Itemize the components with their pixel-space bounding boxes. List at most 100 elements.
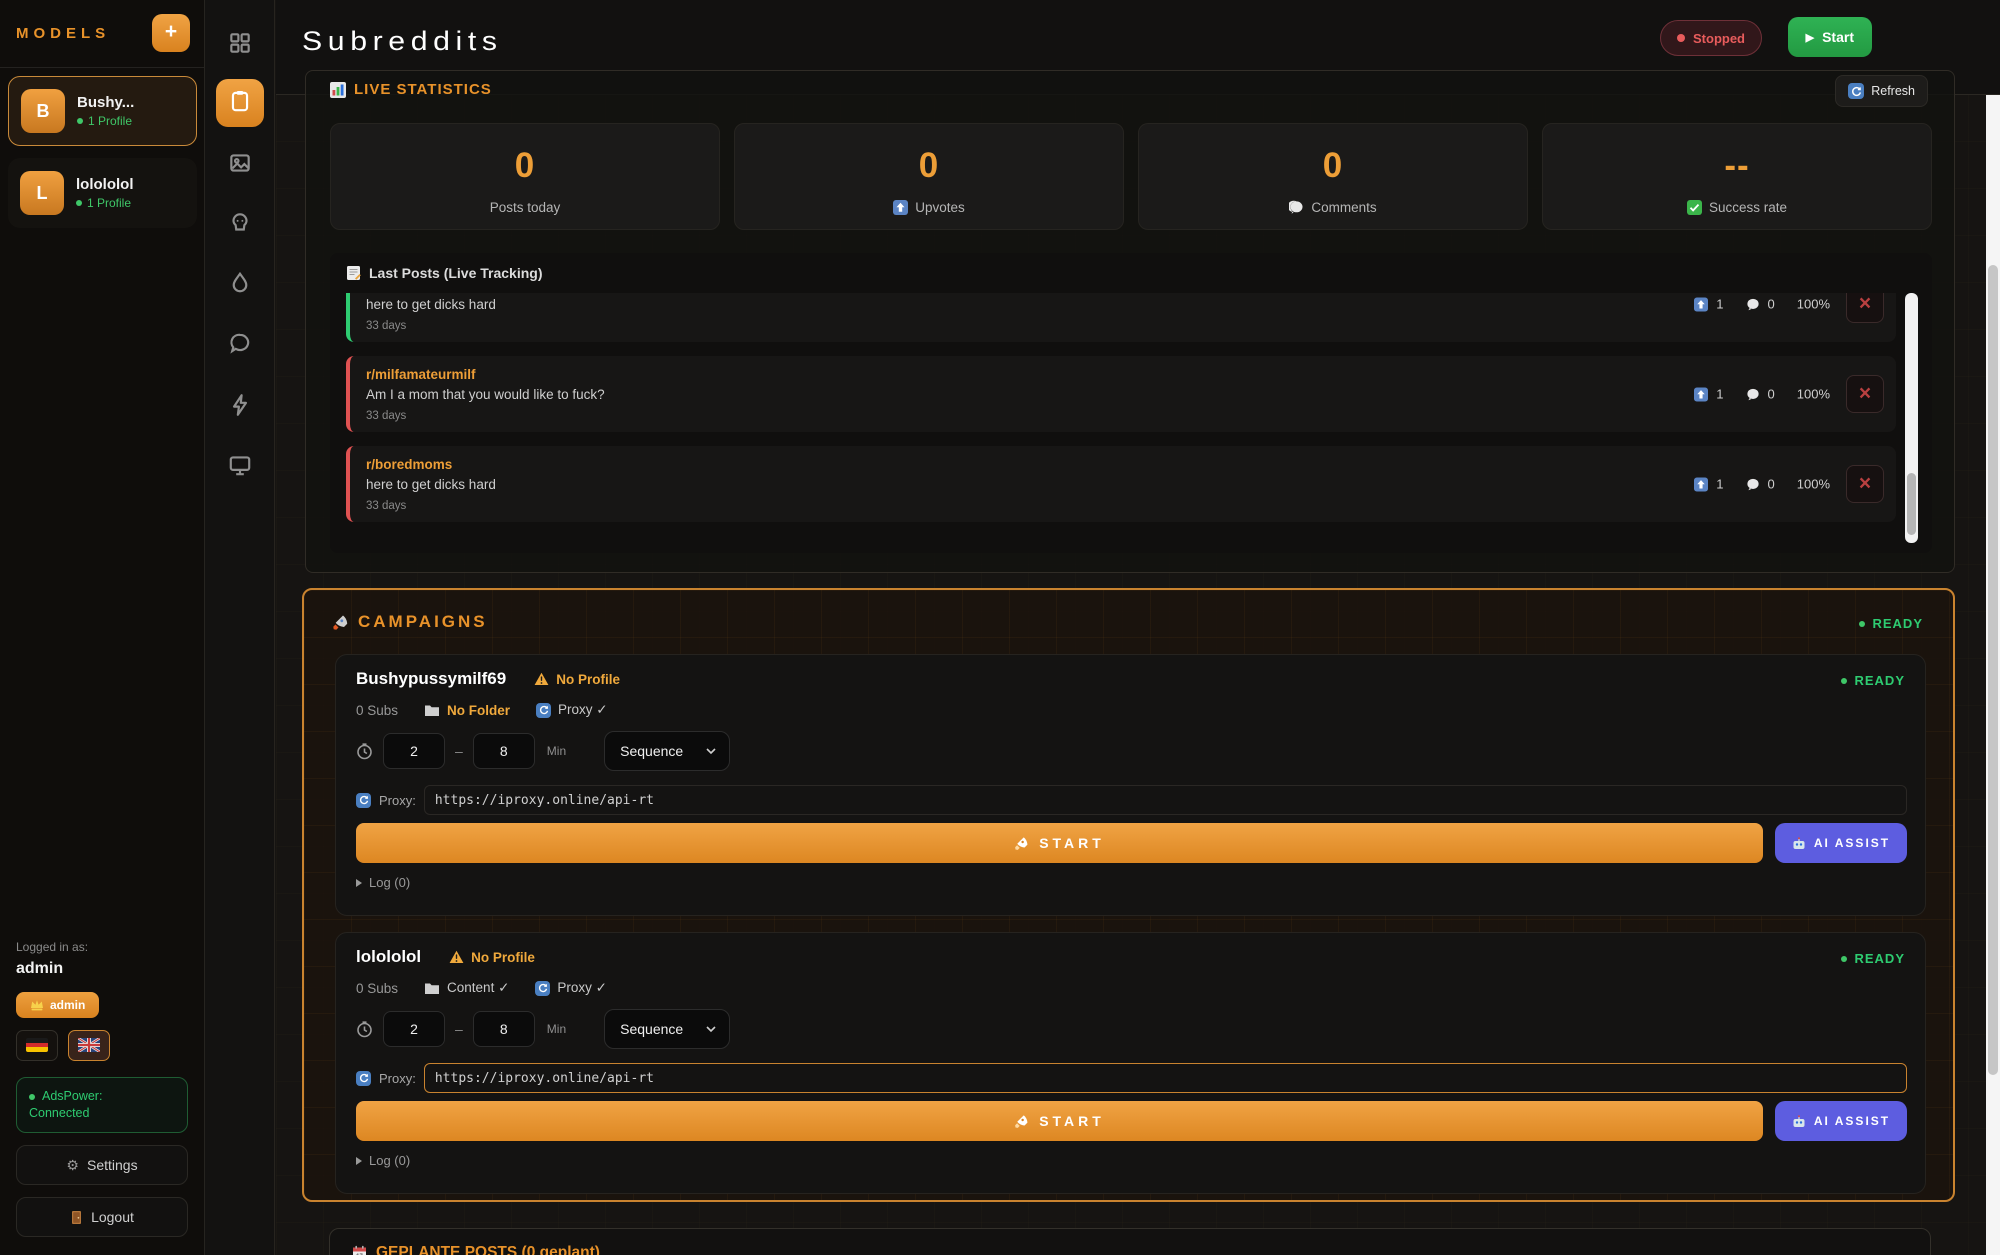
stat-card-comments: 0 Comments <box>1138 123 1528 230</box>
log-toggle[interactable]: Log (0) <box>356 875 410 890</box>
campaign-start-button[interactable]: START <box>356 823 1763 863</box>
max-minutes-input[interactable] <box>473 1011 535 1047</box>
proxy-url-input[interactable] <box>424 1063 1907 1093</box>
post-age: 33 days <box>366 410 1880 422</box>
campaign-title-row: Bushypussymilf69 No Profile <box>356 669 620 689</box>
campaigns-panel: CAMPAIGNS READY Bushypussymilf69 No Prof… <box>302 588 1955 1202</box>
delete-post-button[interactable]: × <box>1846 375 1884 413</box>
german-flag-icon <box>26 1038 48 1052</box>
campaign-status: READY <box>1841 673 1905 688</box>
robot-icon <box>1792 1115 1806 1128</box>
posts-scrollbar-thumb[interactable] <box>1907 473 1916 535</box>
dashboard-grid-icon[interactable] <box>227 30 253 56</box>
upvote-icon <box>1694 477 1708 491</box>
mode-select[interactable]: Sequence <box>604 731 730 771</box>
green-dot-icon <box>76 200 82 206</box>
post-subreddit[interactable]: r/boredmoms <box>366 455 1880 474</box>
ai-assist-button[interactable]: AI ASSIST <box>1775 1101 1907 1141</box>
success-check-icon <box>1687 200 1702 215</box>
last-posts-panel: Last Posts (Live Tracking) here to get d… <box>330 253 1932 553</box>
ai-assist-button[interactable]: AI ASSIST <box>1775 823 1907 863</box>
post-item: here to get dicks hard 33 days 1 0 100% … <box>346 293 1896 342</box>
model-profile-count: 1 Profile <box>76 196 134 210</box>
green-dot-icon <box>77 118 83 124</box>
proxy-icon <box>356 793 371 808</box>
page-scrollbar[interactable] <box>1986 95 2000 1255</box>
comment-icon <box>1746 387 1760 401</box>
english-flag-button[interactable] <box>68 1030 110 1061</box>
droplet-icon[interactable] <box>227 270 253 296</box>
posts-scrollbar[interactable] <box>1905 293 1918 543</box>
proxy-url-input[interactable] <box>424 785 1907 815</box>
image-icon[interactable] <box>227 150 253 176</box>
stat-cards-row: 0 Posts today 0 Upvotes 0 Comments <box>330 123 1932 230</box>
page-scrollbar-thumb[interactable] <box>1988 265 1998 1075</box>
admin-role-badge: admin <box>16 992 99 1018</box>
post-subreddit[interactable] <box>366 293 1880 294</box>
posts-list: here to get dicks hard 33 days 1 0 100% … <box>346 293 1896 543</box>
add-model-button[interactable]: + <box>152 14 190 52</box>
campaign-status: READY <box>1841 951 1905 966</box>
sidebar-footer: Logged in as: admin admin AdsPower: Conn… <box>0 940 204 1255</box>
monitor-icon[interactable] <box>227 452 253 478</box>
live-statistics-panel: LIVE STATISTICS Refresh 0 Posts today 0 … <box>305 70 1955 573</box>
refresh-button[interactable]: Refresh <box>1835 75 1928 107</box>
memo-icon <box>346 265 361 281</box>
model-item-bushy[interactable]: B Bushy... 1 Profile <box>8 76 197 146</box>
language-switcher <box>16 1030 188 1061</box>
scheduled-posts-panel: 17 GEPLANTE POSTS (0 geplant) <box>329 1228 1931 1255</box>
stat-value: -- <box>1543 146 1931 186</box>
max-minutes-input[interactable] <box>473 733 535 769</box>
post-subreddit[interactable]: r/milfamateurmilf <box>366 365 1880 384</box>
delete-post-button[interactable]: × <box>1846 293 1884 323</box>
model-name: lolololol <box>76 176 134 193</box>
close-icon: × <box>1859 472 1871 496</box>
proxy-icon <box>535 981 550 996</box>
settings-button[interactable]: ⚙ Settings <box>16 1145 188 1185</box>
campaign-start-button[interactable]: START <box>356 1101 1763 1141</box>
green-dot-icon <box>1841 956 1847 962</box>
rocket-icon <box>1014 1114 1029 1129</box>
subreddits-clipboard-tab[interactable] <box>216 79 264 127</box>
stat-card-upvotes: 0 Upvotes <box>734 123 1124 230</box>
main-content: Subreddits Stopped ▶ Start LIVE STATISTI… <box>276 0 2000 1255</box>
global-start-button[interactable]: ▶ Start <box>1788 17 1872 57</box>
campaign-card-lolololol: lolololol No Profile READY 0 Subs Conten… <box>335 932 1926 1194</box>
post-stats: 1 0 100% <box>1694 387 1830 402</box>
range-separator: – <box>455 743 463 759</box>
post-item: r/boredmoms here to get dicks hard 33 da… <box>346 446 1896 522</box>
clock-icon <box>356 1021 373 1038</box>
min-minutes-input[interactable] <box>383 733 445 769</box>
stat-label: Upvotes <box>735 200 1123 215</box>
bot-icon[interactable] <box>227 210 253 236</box>
proxy-icon <box>356 1071 371 1086</box>
upvote-icon <box>1694 387 1708 401</box>
campaign-meta-row: 0 Subs No Folder Proxy ✓ <box>356 702 608 718</box>
stat-card-success-rate: -- Success rate <box>1542 123 1932 230</box>
mode-select[interactable]: Sequence <box>604 1009 730 1049</box>
stat-value: 0 <box>331 146 719 186</box>
campaign-buttons-row: START AI ASSIST <box>356 823 1907 863</box>
logged-in-label: Logged in as: <box>16 940 188 954</box>
bar-chart-icon <box>330 82 346 98</box>
refresh-icon <box>1848 83 1864 99</box>
status-badge: Stopped <box>1660 20 1762 56</box>
upvote-icon <box>893 200 908 215</box>
log-toggle[interactable]: Log (0) <box>356 1153 410 1168</box>
logout-button[interactable]: Logout <box>16 1197 188 1237</box>
min-minutes-input[interactable] <box>383 1011 445 1047</box>
campaign-timing-row: – Min Sequence <box>356 1009 730 1049</box>
chat-bubble-icon[interactable] <box>227 330 253 356</box>
lightning-icon[interactable] <box>227 392 253 418</box>
folder-status: No Folder <box>424 703 510 718</box>
model-name: Bushy... <box>77 94 134 111</box>
proxy-status: Proxy ✓ <box>535 980 607 996</box>
post-stats: 1 0 100% <box>1694 477 1830 492</box>
folder-status: Content ✓ <box>424 980 509 996</box>
sidebar-header: MODELS + <box>0 0 204 68</box>
model-item-lolololol[interactable]: L lolololol 1 Profile <box>8 158 197 228</box>
post-item: r/milfamateurmilf Am I a mom that you wo… <box>346 356 1896 432</box>
delete-post-button[interactable]: × <box>1846 465 1884 503</box>
campaign-timing-row: – Min Sequence <box>356 731 730 771</box>
german-flag-button[interactable] <box>16 1030 58 1061</box>
